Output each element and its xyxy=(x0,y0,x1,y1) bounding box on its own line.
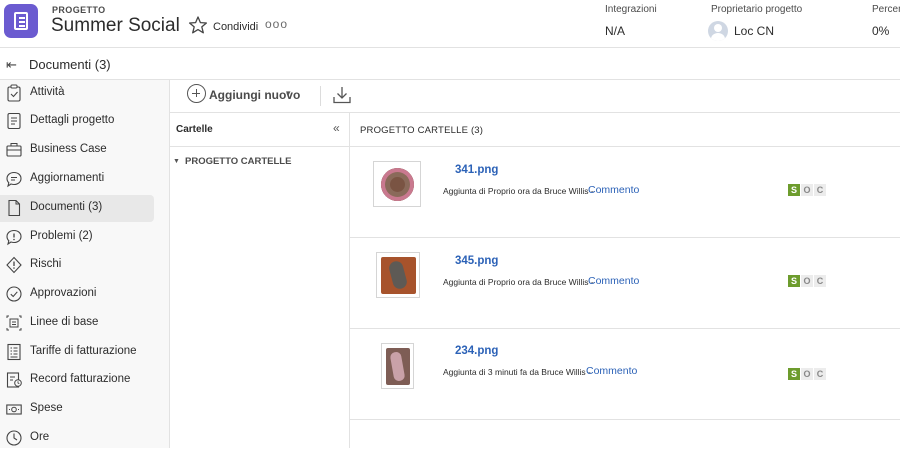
document-name[interactable]: 345.png xyxy=(455,255,498,267)
sidebar: Attività Dettagli progetto Business Case… xyxy=(0,80,170,448)
soc-s: S xyxy=(788,368,800,380)
soc-s: S xyxy=(788,184,800,196)
clock-icon xyxy=(6,430,22,446)
folder-tree-item[interactable]: PROGETTO CARTELLE xyxy=(185,156,291,167)
sidebar-item-label: Ore xyxy=(30,431,50,443)
sidebar-item-aggiornamenti[interactable]: Aggiornamenti xyxy=(0,166,154,193)
sidebar-item-label: Spese xyxy=(30,402,63,414)
sidebar-item-label: Problemi (2) xyxy=(30,230,93,242)
sidebar-item-label: Dettagli progetto xyxy=(30,114,115,126)
project-icon xyxy=(4,4,38,38)
plus-circle-icon[interactable] xyxy=(187,84,206,103)
briefcase-icon xyxy=(6,143,22,157)
document-icon xyxy=(8,199,21,217)
collapse-folders-icon[interactable]: « xyxy=(333,121,340,135)
soc-o: O xyxy=(801,368,813,380)
document-lines-icon xyxy=(7,112,21,130)
sidebar-item-tariffe-fatturazione[interactable]: Tariffe di fatturazione xyxy=(0,339,154,366)
sidebar-item-dettagli-progetto[interactable]: Dettagli progetto xyxy=(0,108,154,135)
project-header: PROGETTO Summer Social Condividi ooo Int… xyxy=(0,0,900,48)
sidebar-item-label: Approvazioni xyxy=(30,287,97,299)
document-thumbnail[interactable] xyxy=(381,343,414,389)
sidebar-item-label: Tariffe di fatturazione xyxy=(30,345,137,357)
share-button[interactable]: Condividi xyxy=(213,21,258,33)
list-item[interactable]: 345.png Aggiunta di Proprio ora da Bruce… xyxy=(350,238,900,329)
folders-pane: Cartelle « ▼ PROGETTO CARTELLE xyxy=(170,113,350,448)
soc-c: C xyxy=(814,368,826,380)
sidebar-item-approvazioni[interactable]: Approvazioni xyxy=(0,281,154,308)
billing-record-icon xyxy=(6,372,22,388)
status-badge: S O C xyxy=(788,184,826,196)
document-info: Aggiunta di Proprio ora da Bruce Willis … xyxy=(443,277,594,287)
baseline-icon xyxy=(6,315,22,331)
sidebar-item-label: Aggiornamenti xyxy=(30,172,105,184)
caret-down-icon[interactable]: ▼ xyxy=(173,158,180,165)
soc-c: C xyxy=(814,275,826,287)
soc-c: C xyxy=(814,184,826,196)
integrations-value: N/A xyxy=(605,24,626,38)
money-icon xyxy=(6,404,22,415)
documents-list: PROGETTO CARTELLE (3) 341.png Aggiunta d… xyxy=(350,113,900,448)
percent-value: 0% xyxy=(872,24,890,38)
sidebar-item-documenti[interactable]: Documenti (3) xyxy=(0,195,154,222)
sidebar-item-spese[interactable]: Spese xyxy=(0,396,154,423)
sidebar-item-linee-di-base[interactable]: Linee di base xyxy=(0,310,154,337)
folders-header: Cartelle « xyxy=(170,113,350,147)
thumbnail-image xyxy=(381,168,414,201)
collapse-sidebar-icon[interactable]: ⇤ xyxy=(6,57,17,73)
soc-o: O xyxy=(801,275,813,287)
project-label: PROGETTO xyxy=(52,5,106,15)
sidebar-item-label: Business Case xyxy=(30,143,107,155)
document-info: Aggiunta di Proprio ora da Bruce Willis … xyxy=(443,186,594,196)
avatar xyxy=(708,21,728,41)
sidebar-item-business-case[interactable]: Business Case xyxy=(0,137,154,164)
status-badge: S O C xyxy=(788,368,826,380)
clipboard-check-icon xyxy=(7,84,21,102)
project-title: Summer Social xyxy=(51,15,180,36)
document-info: Aggiunta di 3 minuti fa da Bruce Willis … xyxy=(443,367,591,377)
document-thumbnail[interactable] xyxy=(376,252,420,298)
document-thumbnail[interactable] xyxy=(373,161,421,207)
status-badge: S O C xyxy=(788,275,826,287)
owner-value[interactable]: Loc CN xyxy=(734,24,774,38)
owner-label: Proprietario progetto xyxy=(711,4,803,15)
documents-title: PROGETTO CARTELLE (3) xyxy=(360,125,484,136)
diamond-alert-icon xyxy=(6,256,22,274)
sidebar-item-label: Attività xyxy=(30,86,65,98)
soc-o: O xyxy=(801,184,813,196)
sidebar-item-label: Rischi xyxy=(30,258,62,270)
page-title: Documenti (3) xyxy=(29,57,111,72)
sidebar-item-problemi[interactable]: Problemi (2) xyxy=(0,224,154,251)
documents-toolbar: Aggiungi nuovo ▾ xyxy=(170,80,900,113)
rates-list-icon xyxy=(7,343,21,361)
sidebar-item-attivita[interactable]: Attività xyxy=(0,80,154,107)
sidebar-item-record-fatturazione[interactable]: Record fatturazione xyxy=(0,367,154,394)
list-item[interactable]: 341.png Aggiunta di Proprio ora da Bruce… xyxy=(350,147,900,238)
sidebar-item-rischi[interactable]: Rischi xyxy=(0,252,154,279)
comment-link[interactable]: Commento xyxy=(588,275,639,287)
download-icon[interactable] xyxy=(332,85,352,105)
star-icon[interactable] xyxy=(188,15,208,35)
chevron-down-icon[interactable]: ▾ xyxy=(286,88,291,99)
sidebar-item-label: Documenti (3) xyxy=(30,201,103,213)
toolbar-divider xyxy=(320,86,321,106)
comment-link[interactable]: Commento xyxy=(588,184,639,196)
more-options-icon[interactable]: ooo xyxy=(265,17,288,31)
sidebar-item-label: Linee di base xyxy=(30,316,99,328)
soc-s: S xyxy=(788,275,800,287)
percent-label: Percen xyxy=(872,4,900,15)
list-item[interactable]: 234.png Aggiunta di 3 minuti fa da Bruce… xyxy=(350,329,900,420)
sidebar-item-label: Record fatturazione xyxy=(30,373,131,385)
documents-header: PROGETTO CARTELLE (3) xyxy=(350,113,900,147)
document-name[interactable]: 234.png xyxy=(455,345,498,357)
check-circle-icon xyxy=(6,286,22,302)
alert-bubble-icon xyxy=(6,229,22,246)
integrations-label: Integrazioni xyxy=(605,4,657,15)
speech-bubble-icon xyxy=(6,171,22,188)
section-header: ⇤ Documenti (3) xyxy=(0,48,900,80)
folders-title: Cartelle xyxy=(176,124,213,135)
document-name[interactable]: 341.png xyxy=(455,164,498,176)
comment-link[interactable]: Commento xyxy=(586,365,637,377)
